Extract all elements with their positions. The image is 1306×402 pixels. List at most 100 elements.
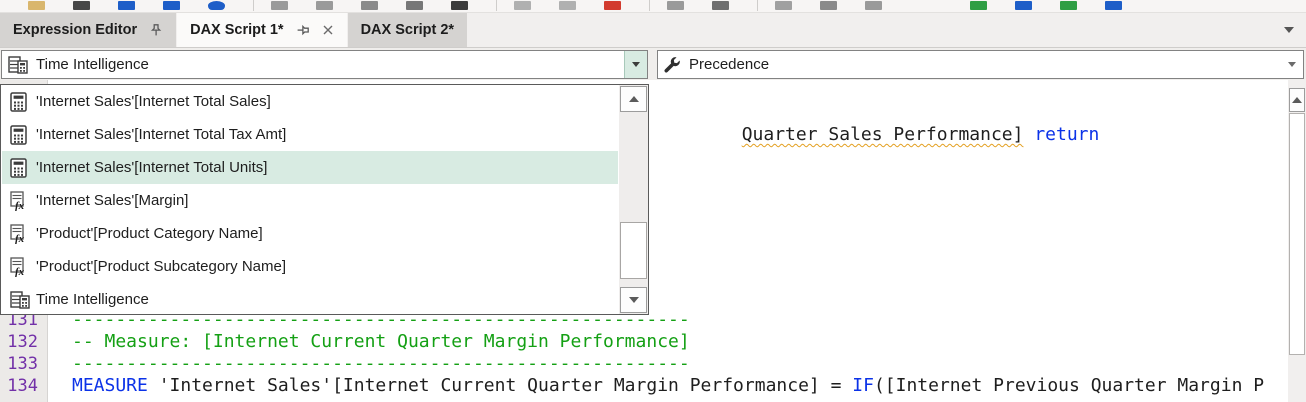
toolbar-separator <box>757 0 758 11</box>
dropdown-item-selected[interactable]: 'Internet Sales'[Internet Total Units] <box>2 151 618 184</box>
code-line: -- Measure: [Internet Current Quarter Ma… <box>72 331 690 353</box>
pin-icon[interactable] <box>149 23 163 37</box>
dax-code: ([Internet Previous Quarter Margin P <box>873 375 1265 396</box>
measure-selector-dropdown-button[interactable] <box>624 51 647 78</box>
precedence-dropdown-button[interactable] <box>1280 51 1303 78</box>
line-number: 134 <box>7 376 38 396</box>
wrench-icon <box>664 56 681 73</box>
toolbar-icon[interactable] <box>820 1 837 10</box>
toolbar-icon[interactable] <box>28 1 45 10</box>
calculator-icon <box>10 124 36 145</box>
dax-comment: ----------------------------------------… <box>72 353 690 374</box>
scrollbar-thumb[interactable] <box>1289 113 1305 355</box>
toolbar-icon[interactable] <box>316 1 333 10</box>
toolbar-icon[interactable] <box>1060 1 1077 10</box>
calc-table-icon <box>10 290 36 309</box>
tab-dax-script-2[interactable]: DAX Script 2* <box>347 13 468 47</box>
toolbar-icon[interactable] <box>271 1 288 10</box>
dropdown-items: 'Internet Sales'[Internet Total Sales] 'I… <box>2 85 618 314</box>
editor-vertical-scrollbar[interactable] <box>1288 80 1306 402</box>
measure-dropdown-list: 'Internet Sales'[Internet Total Sales] 'I… <box>0 84 649 315</box>
scrollbar-thumb[interactable] <box>620 222 647 279</box>
measure-selector-combobox[interactable]: Time Intelligence <box>1 50 648 79</box>
triangle-down-icon <box>628 297 639 303</box>
toolbar-icon[interactable] <box>208 1 225 10</box>
dropdown-item[interactable]: Time Intelligence <box>2 283 618 316</box>
dropdown-scrollbar[interactable] <box>619 85 648 314</box>
fx-icon: fx <box>10 256 36 277</box>
tab-label: Expression Editor <box>13 22 138 38</box>
dropdown-item[interactable]: fx 'Product'[Product Subcategory Name] <box>2 250 618 283</box>
code-line: MEASURE 'Internet Sales'[Internet Curren… <box>72 375 1264 397</box>
tab-expression-editor[interactable]: Expression Editor <box>0 13 177 47</box>
measure-selector-value: Time Intelligence <box>36 56 149 73</box>
dropdown-item[interactable]: fx 'Internet Sales'[Margin] <box>2 184 618 217</box>
calculator-icon <box>10 157 36 178</box>
dax-keyword: MEASURE <box>72 375 148 396</box>
line-number: 132 <box>7 332 38 352</box>
toolbar-separator <box>649 0 650 11</box>
dax-code: 'Internet Sales'[Internet Current Quarte… <box>147 375 853 396</box>
toolbar-icon[interactable] <box>865 1 882 10</box>
dropdown-item-label: Time Intelligence <box>36 291 149 308</box>
tab-label: DAX Script 1* <box>190 22 284 38</box>
toolbar-icon[interactable] <box>559 1 576 10</box>
dropdown-item-label: 'Internet Sales'[Internet Total Sales] <box>36 93 271 110</box>
scroll-up-button[interactable] <box>1289 88 1305 112</box>
dropdown-item-label: 'Internet Sales'[Internet Total Units] <box>36 159 268 176</box>
calculator-icon <box>10 91 36 112</box>
toolbar-icon[interactable] <box>667 1 684 10</box>
top-toolbar <box>0 0 1306 13</box>
toolbar-icon[interactable] <box>604 1 621 10</box>
scroll-up-button[interactable] <box>620 86 647 112</box>
squiggle-underlined-text: Quarter Sales Performance] <box>741 124 1024 145</box>
toolbar-icon[interactable] <box>1105 1 1122 10</box>
tab-bar: Expression Editor DAX Script 1* DAX Scri… <box>0 13 1306 47</box>
svg-text:fx: fx <box>15 233 25 244</box>
toolbar-icon[interactable] <box>118 1 135 10</box>
tab-dax-script-1[interactable]: DAX Script 1* <box>177 13 347 47</box>
triangle-up-icon <box>1292 97 1302 103</box>
selector-row: Time Intelligence Precedence <box>0 47 1306 80</box>
dropdown-item-label: 'Internet Sales'[Margin] <box>36 192 189 209</box>
dropdown-item-label: 'Product'[Product Category Name] <box>36 225 263 242</box>
code-line-return: Quarter Sales Performance] return <box>655 102 1100 145</box>
toolbar-icon[interactable] <box>970 1 987 10</box>
tab-label: DAX Script 2* <box>360 22 455 38</box>
precedence-value: Precedence <box>689 56 770 73</box>
triangle-up-icon <box>628 96 639 102</box>
calc-table-icon <box>8 55 28 74</box>
toolbar-icon[interactable] <box>451 1 468 10</box>
scroll-down-button[interactable] <box>620 287 647 313</box>
dropdown-item-label: 'Internet Sales'[Internet Total Tax Amt] <box>36 126 287 143</box>
dropdown-item[interactable]: 'Internet Sales'[Internet Total Tax Amt] <box>2 118 618 151</box>
toolbar-icon[interactable] <box>1015 1 1032 10</box>
dax-keyword: IF <box>852 375 874 396</box>
toolbar-icon[interactable] <box>514 1 531 10</box>
close-icon[interactable] <box>322 24 334 36</box>
toolbar-icon[interactable] <box>361 1 378 10</box>
code-line: ----------------------------------------… <box>72 353 690 375</box>
svg-text:fx: fx <box>15 266 25 277</box>
keyword-return: return <box>1034 124 1100 145</box>
line-number: 133 <box>7 354 38 374</box>
precedence-combobox[interactable]: Precedence <box>657 50 1304 79</box>
dropdown-item-label: 'Product'[Product Subcategory Name] <box>36 258 287 275</box>
svg-text:fx: fx <box>15 200 25 211</box>
toolbar-separator <box>253 0 254 11</box>
dropdown-item[interactable]: fx 'Product'[Product Category Name] <box>2 217 618 250</box>
fx-icon: fx <box>10 190 36 211</box>
toolbar-icon[interactable] <box>73 1 90 10</box>
fx-icon: fx <box>10 223 36 244</box>
toolbar-separator <box>496 0 497 11</box>
toolbar-icon[interactable] <box>406 1 423 10</box>
toolbar-icon[interactable] <box>775 1 792 10</box>
tab-overflow-chevron-icon[interactable] <box>1284 27 1294 33</box>
app-window: Expression Editor DAX Script 1* DAX Scri… <box>0 0 1306 402</box>
toolbar-icon[interactable] <box>712 1 729 10</box>
chevron-down-icon <box>632 62 640 67</box>
dax-comment: -- Measure: [Internet Current Quarter Ma… <box>72 331 690 352</box>
toolbar-icon[interactable] <box>163 1 180 10</box>
dropdown-item[interactable]: 'Internet Sales'[Internet Total Sales] <box>2 85 618 118</box>
pin-icon[interactable] <box>296 23 310 37</box>
